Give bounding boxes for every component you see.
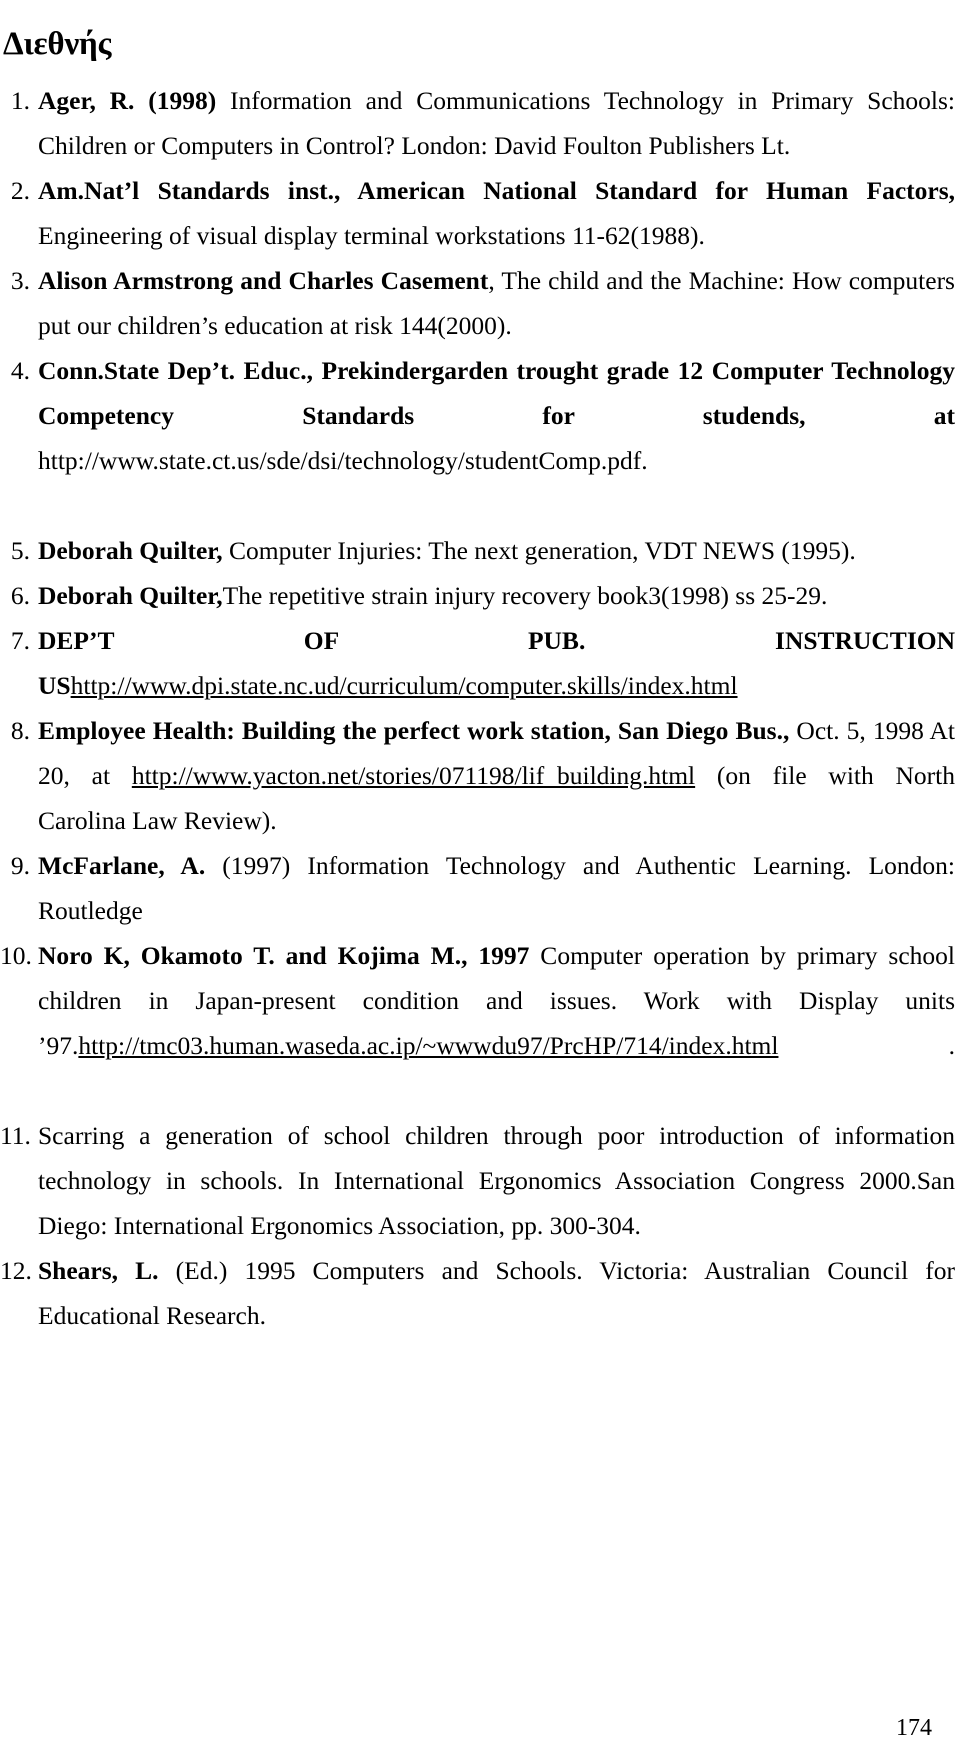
- reference-author: Shears, L.: [38, 1256, 159, 1285]
- reference-item: 12. Shears, L. (Ed.) 1995 Computers and S…: [0, 1248, 960, 1338]
- reference-number: 5.: [10, 536, 30, 565]
- reference-number: 7.: [10, 626, 30, 655]
- reference-text: Alison Armstrong and Charles Casement, T…: [38, 258, 960, 348]
- reference-url[interactable]: http://www.yacton.net/stories/071198/lif…: [132, 761, 695, 790]
- reference-item: 7. DEP’T OF PUB. INSTRUCTION UShttp://www…: [0, 618, 960, 708]
- reference-detail: Computer Injuries: The next generation, …: [222, 536, 856, 565]
- reference-author: Ager, R. (1998): [38, 86, 217, 115]
- reference-text: Ager, R. (1998) Information and Communic…: [38, 78, 960, 168]
- reference-number: 10.: [0, 941, 32, 970]
- reference-detail: The repetitive strain injury recovery bo…: [222, 581, 828, 610]
- reference-text: Deborah Quilter, Computer Injuries: The …: [38, 528, 960, 573]
- reference-text: McFarlane, A. (1997) Information Technol…: [38, 843, 960, 933]
- reference-item: 11. Scarring a generation of school child…: [0, 1113, 960, 1248]
- reference-detail: (Ed.) 1995 Computers and Schools. Victor…: [38, 1256, 955, 1330]
- reference-author: Am.Nat’l Standards inst., American Natio…: [38, 176, 955, 205]
- reference-number: 1.: [10, 86, 30, 115]
- reference-number: 12.: [0, 1256, 32, 1285]
- reference-item: 8. Employee Health: Building the perfect …: [0, 708, 960, 843]
- reference-item: 3. Alison Armstrong and Charles Casement,…: [0, 258, 960, 348]
- reference-author: McFarlane, A.: [38, 851, 206, 880]
- reference-number: 8.: [10, 716, 30, 745]
- reference-item: 6. Deborah Quilter,The repetitive strain …: [0, 573, 960, 618]
- reference-list: 1. Ager, R. (1998) Information and Commun…: [0, 78, 960, 1338]
- reference-item: 5. Deborah Quilter, Computer Injuries: Th…: [0, 528, 960, 573]
- reference-number: 11.: [0, 1121, 31, 1150]
- reference-author: Deborah Quilter,: [38, 536, 223, 565]
- reference-detail: Scarring a generation of school children…: [38, 1121, 955, 1240]
- reference-author: Deborah Quilter,: [38, 581, 223, 610]
- reference-detail: Engineering of visual display terminal w…: [38, 221, 705, 250]
- reference-text: Deborah Quilter,The repetitive strain in…: [38, 573, 960, 618]
- document-page: Διεθνής 1. Ager, R. (1998) Information an…: [0, 0, 960, 1756]
- reference-text: Noro K, Okamoto T. and Kojima M., 1997 C…: [38, 933, 960, 1113]
- reference-item: 10. Noro K, Okamoto T. and Kojima M., 199…: [0, 933, 960, 1113]
- reference-item: 4. Conn.State Dep’t. Educ., Prekindergard…: [0, 348, 960, 528]
- reference-author: Conn.State Dep’t. Educ., Prekindergarden…: [38, 356, 955, 430]
- reference-text: Conn.State Dep’t. Educ., Prekindergarden…: [38, 348, 960, 528]
- reference-text: Shears, L. (Ed.) 1995 Computers and Scho…: [38, 1248, 960, 1338]
- reference-url[interactable]: http://www.dpi.state.nc.ud/curriculum/co…: [71, 671, 738, 700]
- reference-number: 6.: [10, 581, 30, 610]
- reference-text: Am.Nat’l Standards inst., American Natio…: [38, 168, 960, 258]
- reference-number: 2.: [10, 176, 30, 205]
- reference-author: Alison Armstrong and Charles Casement: [38, 266, 489, 295]
- reference-item: 2. Am.Nat’l Standards inst., American Nat…: [0, 168, 960, 258]
- reference-item: 9. McFarlane, A. (1997) Information Techn…: [0, 843, 960, 933]
- page-number: 174: [896, 1715, 932, 1741]
- reference-item: 1. Ager, R. (1998) Information and Commun…: [0, 78, 960, 168]
- reference-author: Noro K, Okamoto T. and Kojima M., 1997: [38, 941, 530, 970]
- reference-text: DEP’T OF PUB. INSTRUCTION UShttp://www.d…: [38, 618, 960, 708]
- reference-url[interactable]: http://www.state.ct.us/sde/dsi/technolog…: [38, 446, 648, 475]
- reference-author: Employee Health: Building the perfect wo…: [38, 716, 790, 745]
- page-title: Διεθνής: [3, 26, 112, 63]
- reference-text: Scarring a generation of school children…: [38, 1113, 960, 1248]
- reference-text: Employee Health: Building the perfect wo…: [38, 708, 960, 843]
- reference-number: 4.: [10, 356, 30, 385]
- reference-url[interactable]: http://tmc03.human.waseda.ac.ip/~wwwdu97…: [78, 1031, 778, 1060]
- reference-tail: .: [778, 1031, 955, 1060]
- reference-number: 9.: [10, 851, 30, 880]
- reference-number: 3.: [10, 266, 30, 295]
